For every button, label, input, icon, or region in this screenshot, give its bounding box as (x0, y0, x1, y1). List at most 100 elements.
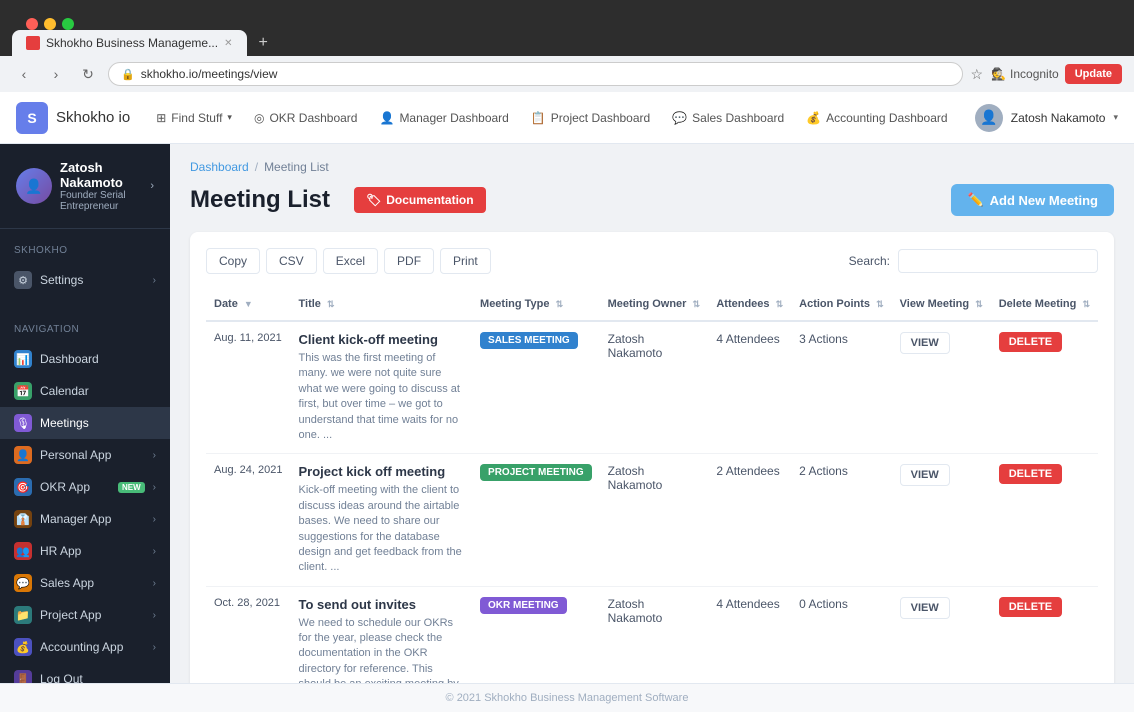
cell-type-1: PROJECT MEETING (472, 454, 600, 586)
dashboard-icon: 📊 (14, 350, 32, 368)
col-type[interactable]: Meeting Type ⇅ (472, 288, 600, 321)
sidebar-nav-title: Navigation (0, 320, 170, 343)
nav-find-stuff[interactable]: ⊞ Find Stuff ▾ (146, 105, 242, 131)
app-logo[interactable]: S Skhokho io (16, 102, 130, 134)
col-delete[interactable]: Delete Meeting ⇅ (991, 288, 1098, 321)
meeting-title-2: To send out invites (299, 597, 465, 612)
nav-sales-label: Sales Dashboard (692, 111, 784, 125)
sidebar-sales-label: Sales App (40, 576, 145, 590)
col-actions[interactable]: Action Points ⇅ (791, 288, 892, 321)
cell-date-2: Oct. 28, 2021 (206, 586, 291, 683)
copy-button[interactable]: Copy (206, 248, 260, 274)
meetings-table-container: Copy CSV Excel PDF Print Search: Date ▼ (190, 232, 1114, 683)
table-row: Aug. 11, 2021 Client kick-off meeting Th… (206, 321, 1098, 454)
address-bar[interactable]: 🔒 skhokho.io/meetings/view (108, 62, 963, 86)
tab-label: Skhokho Business Manageme... (46, 36, 218, 50)
sidebar-item-personal[interactable]: 👤 Personal App › (0, 439, 170, 471)
view-meeting-button-1[interactable]: VIEW (900, 464, 950, 486)
logo-icon: S (16, 102, 48, 134)
table-row: Oct. 28, 2021 To send out invites We nee… (206, 586, 1098, 683)
sidebar-item-manager[interactable]: 👔 Manager App › (0, 503, 170, 535)
sidebar-personal-label: Personal App (40, 448, 145, 462)
breadcrumb-home[interactable]: Dashboard (190, 160, 249, 174)
delete-meeting-button-1[interactable]: DELETE (999, 464, 1062, 484)
cell-date-0: Aug. 11, 2021 (206, 321, 291, 454)
browser-reload-button[interactable]: ↻ (76, 62, 100, 86)
footer-text: © 2021 Skhokho Business Management Softw… (446, 692, 689, 704)
cell-delete-2: DELETE (991, 586, 1098, 683)
sidebar-item-okr[interactable]: 🎯 OKR App NEW › (0, 471, 170, 503)
okr-icon: ◎ (254, 111, 264, 125)
col-owner[interactable]: Meeting Owner ⇅ (600, 288, 709, 321)
manager-chevron-icon: › (153, 514, 156, 525)
col-date[interactable]: Date ▼ (206, 288, 291, 321)
excel-button[interactable]: Excel (323, 248, 378, 274)
incognito-label: Incognito (1010, 67, 1059, 81)
sidebar-manager-label: Manager App (40, 512, 145, 526)
view-meeting-button-2[interactable]: VIEW (900, 597, 950, 619)
new-tab-button[interactable]: + (251, 30, 276, 56)
user-chevron-icon: ▾ (1113, 112, 1118, 123)
csv-button[interactable]: CSV (266, 248, 317, 274)
nav-okr-dashboard[interactable]: ◎ OKR Dashboard (244, 105, 368, 131)
sidebar-item-dashboard[interactable]: 📊 Dashboard (0, 343, 170, 375)
user-menu[interactable]: 👤 Zatosh Nakamoto ▾ (975, 104, 1118, 132)
sidebar-item-hr[interactable]: 👥 HR App › (0, 535, 170, 567)
nav-project-dashboard[interactable]: 📋 Project Dashboard (521, 105, 660, 131)
personal-chevron-icon: › (153, 450, 156, 461)
user-avatar: 👤 (975, 104, 1003, 132)
cell-type-0: SALES MEETING (472, 321, 600, 454)
cell-attendees-1: 2 Attendees (708, 454, 791, 586)
documentation-button[interactable]: 🏷 Documentation (354, 187, 486, 213)
close-traffic-light[interactable] (26, 18, 38, 30)
update-button[interactable]: Update (1065, 64, 1122, 84)
page-title: Meeting List (190, 186, 330, 214)
sidebar-item-logout[interactable]: 🚪 Log Out (0, 663, 170, 683)
add-new-meeting-button[interactable]: ✏️ Add New Meeting (951, 184, 1114, 216)
tab-close-btn[interactable]: ✕ (224, 38, 232, 49)
active-browser-tab[interactable]: Skhokho Business Manageme... ✕ (12, 30, 247, 56)
browser-back-button[interactable]: ‹ (12, 62, 36, 86)
meeting-desc-0: This was the first meeting of many. we w… (299, 351, 465, 443)
maximize-traffic-light[interactable] (62, 18, 74, 30)
col-view[interactable]: View Meeting ⇅ (892, 288, 991, 321)
cell-delete-1: DELETE (991, 454, 1098, 586)
browser-forward-button[interactable]: › (44, 62, 68, 86)
nav-accounting-dashboard[interactable]: 💰 Accounting Dashboard (796, 105, 957, 131)
sidebar-item-sales[interactable]: 💬 Sales App › (0, 567, 170, 599)
pdf-button[interactable]: PDF (384, 248, 434, 274)
sidebar-item-accounting[interactable]: 💰 Accounting App › (0, 631, 170, 663)
sidebar-item-calendar[interactable]: 📅 Calendar (0, 375, 170, 407)
view-meeting-button-0[interactable]: VIEW (900, 332, 950, 354)
delete-meeting-button-2[interactable]: DELETE (999, 597, 1062, 617)
sidebar-item-meetings[interactable]: 🎙 Meetings (0, 407, 170, 439)
sidebar-item-project[interactable]: 📁 Project App › (0, 599, 170, 631)
print-button[interactable]: Print (440, 248, 491, 274)
meeting-desc-2: We need to schedule our OKRs for the yea… (299, 616, 465, 683)
col-title[interactable]: Title ⇅ (291, 288, 473, 321)
bookmark-button[interactable]: ☆ (971, 66, 984, 83)
page-title-row: Meeting List 🏷 Documentation (190, 186, 486, 214)
delete-meeting-button-0[interactable]: DELETE (999, 332, 1062, 352)
sidebar-item-settings[interactable]: ⚙ Settings › (0, 264, 170, 296)
date-sort-icon: ▼ (244, 299, 253, 309)
main-content: Dashboard / Meeting List Meeting List 🏷 … (170, 144, 1134, 683)
doc-icon: 🏷 (366, 193, 381, 207)
search-input[interactable] (898, 249, 1098, 273)
meetings-icon: 🎙 (14, 414, 32, 432)
cell-actions-0: 3 Actions (791, 321, 892, 454)
col-attendees[interactable]: Attendees ⇅ (708, 288, 791, 321)
app-footer: © 2021 Skhokho Business Management Softw… (0, 683, 1134, 712)
grid-icon: ⊞ (156, 111, 166, 125)
nav-sales-dashboard[interactable]: 💬 Sales Dashboard (662, 105, 794, 131)
table-row: Aug. 24, 2021 Project kick off meeting K… (206, 454, 1098, 586)
nav-manager-dashboard[interactable]: 👤 Manager Dashboard (369, 105, 518, 131)
search-area: Search: (849, 249, 1098, 273)
minimize-traffic-light[interactable] (44, 18, 56, 30)
sidebar-settings-label: Settings (40, 273, 145, 287)
sidebar-user-chevron-icon[interactable]: › (150, 180, 154, 192)
incognito-indicator: 🕵 Incognito (991, 67, 1059, 81)
sidebar-username: Zatosh Nakamoto (60, 160, 142, 190)
cell-owner-1: Zatosh Nakamoto (600, 454, 709, 586)
meeting-title-1: Project kick off meeting (299, 464, 465, 479)
